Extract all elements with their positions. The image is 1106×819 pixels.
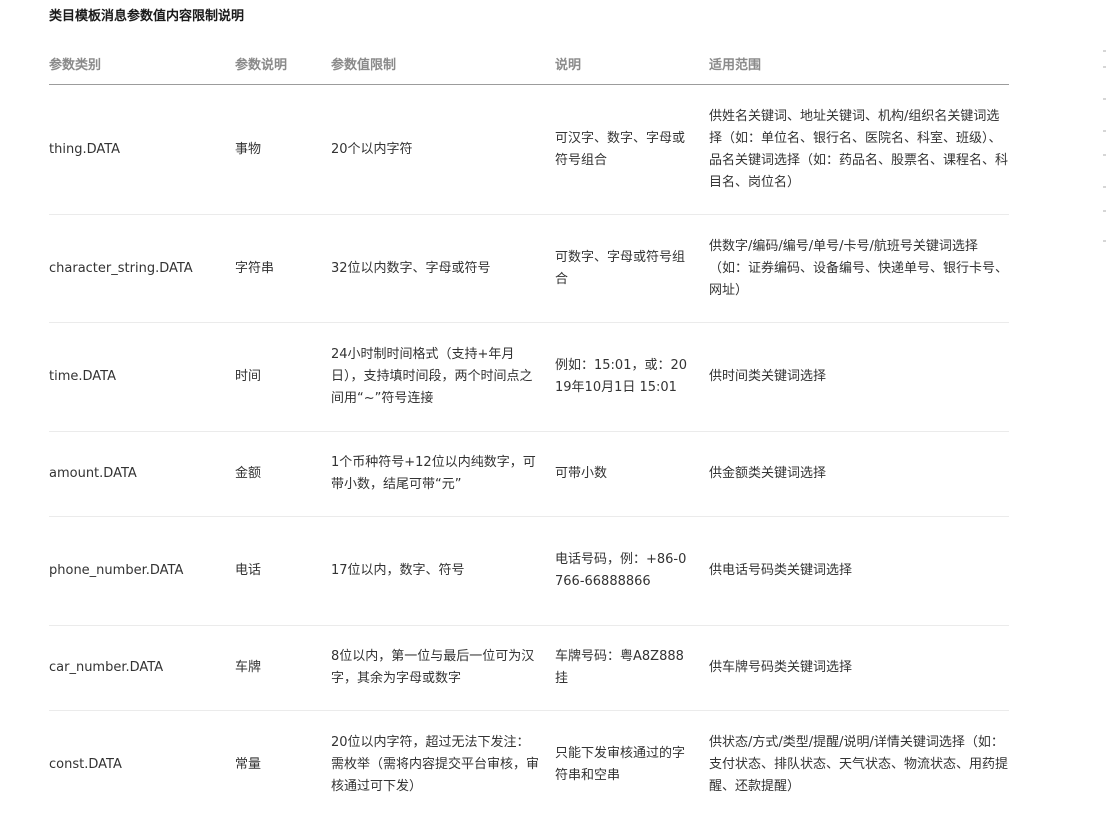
param-limits-table: 参数类别 参数说明 参数值限制 说明 适用范围 thing.DATA 事物 20… xyxy=(49,42,1009,819)
cell-category: car_number.DATA xyxy=(49,625,235,711)
header-desc: 参数说明 xyxy=(235,42,331,85)
table-row: car_number.DATA 车牌 8位以内，第一位与最后一位可为汉字，其余为… xyxy=(49,625,1009,711)
header-limit: 参数值限制 xyxy=(331,42,555,85)
cell-scope: 供电话号码类关键词选择 xyxy=(709,516,1009,626)
cell-note: 可汉字、数字、字母或符号组合 xyxy=(555,84,709,215)
cell-desc: 时间 xyxy=(235,322,331,432)
table-row: const.DATA 常量 20位以内字符，超过无法下发注：需枚举（需将内容提交… xyxy=(49,711,1009,819)
cell-desc: 事物 xyxy=(235,84,331,215)
cell-limit: 17位以内，数字、符号 xyxy=(331,516,555,626)
cell-desc: 金额 xyxy=(235,431,331,517)
cell-limit: 24小时制时间格式（支持+年月日），支持填时间段，两个时间点之间用“~”符号连接 xyxy=(331,322,555,432)
header-scope: 适用范围 xyxy=(709,42,1009,85)
cell-category: character_string.DATA xyxy=(49,214,235,323)
cell-limit: 1个币种符号+12位以内纯数字，可带小数，结尾可带“元” xyxy=(331,431,555,517)
cell-limit: 32位以内数字、字母或符号 xyxy=(331,214,555,323)
cell-desc: 电话 xyxy=(235,516,331,626)
cell-scope: 供车牌号码类关键词选择 xyxy=(709,625,1009,711)
table-row: time.DATA 时间 24小时制时间格式（支持+年月日），支持填时间段，两个… xyxy=(49,322,1009,432)
cell-limit: 20个以内字符 xyxy=(331,84,555,215)
cell-category: thing.DATA xyxy=(49,84,235,215)
cell-category: amount.DATA xyxy=(49,431,235,517)
cell-note: 可带小数 xyxy=(555,431,709,517)
page-title: 类目模板消息参数值内容限制说明 xyxy=(49,9,245,24)
cell-scope: 供金额类关键词选择 xyxy=(709,431,1009,517)
cell-category: const.DATA xyxy=(49,756,122,772)
cell-scope: 供数字/编码/编号/单号/卡号/航班号关键词选择（如：证券编码、设备编号、快递单… xyxy=(709,214,1009,323)
cell-scope: 供姓名关键词、地址关键词、机构/组织名关键词选择（如：单位名、银行名、医院名、科… xyxy=(709,84,1009,215)
cell-note: 电话号码，例：+86-0766-66888866 xyxy=(555,516,709,626)
table-row: thing.DATA 事物 20个以内字符 可汉字、数字、字母或符号组合 供姓名… xyxy=(49,84,1009,215)
cell-note: 可数字、字母或符号组合 xyxy=(555,214,709,323)
cell-desc: 常量 xyxy=(235,756,262,772)
table-row: phone_number.DATA 电话 17位以内，数字、符号 电话号码，例：… xyxy=(49,516,1009,626)
table-header-row: 参数类别 参数说明 参数值限制 说明 适用范围 xyxy=(49,42,1009,85)
cell-category: time.DATA xyxy=(49,322,235,432)
table-row: amount.DATA 金额 1个币种符号+12位以内纯数字，可带小数，结尾可带… xyxy=(49,431,1009,517)
scrollbar-track[interactable] xyxy=(1101,50,1106,260)
cell-limit: 20位以内字符，超过无法下发注：需枚举（需将内容提交平台审核，审核通过可下发） xyxy=(331,734,540,794)
cell-limit: 8位以内，第一位与最后一位可为汉字，其余为字母或数字 xyxy=(331,625,555,711)
cell-scope: 供时间类关键词选择 xyxy=(709,322,1009,432)
cell-desc: 字符串 xyxy=(235,214,331,323)
cell-note: 车牌号码：粤A8Z888挂 xyxy=(555,625,709,711)
cell-desc: 车牌 xyxy=(235,625,331,711)
cell-scope: 供状态/方式/类型/提醒/说明/详情关键词选择（如：支付状态、排队状态、天气状态… xyxy=(709,734,1009,794)
header-note: 说明 xyxy=(555,42,709,85)
cell-note: 只能下发审核通过的字符串和空串 xyxy=(555,745,686,783)
table-row: character_string.DATA 字符串 32位以内数字、字母或符号 … xyxy=(49,214,1009,323)
cell-category: phone_number.DATA xyxy=(49,516,235,626)
cell-note: 例如：15:01，或：2019年10月1日 15:01 xyxy=(555,322,709,432)
header-category: 参数类别 xyxy=(49,42,235,85)
